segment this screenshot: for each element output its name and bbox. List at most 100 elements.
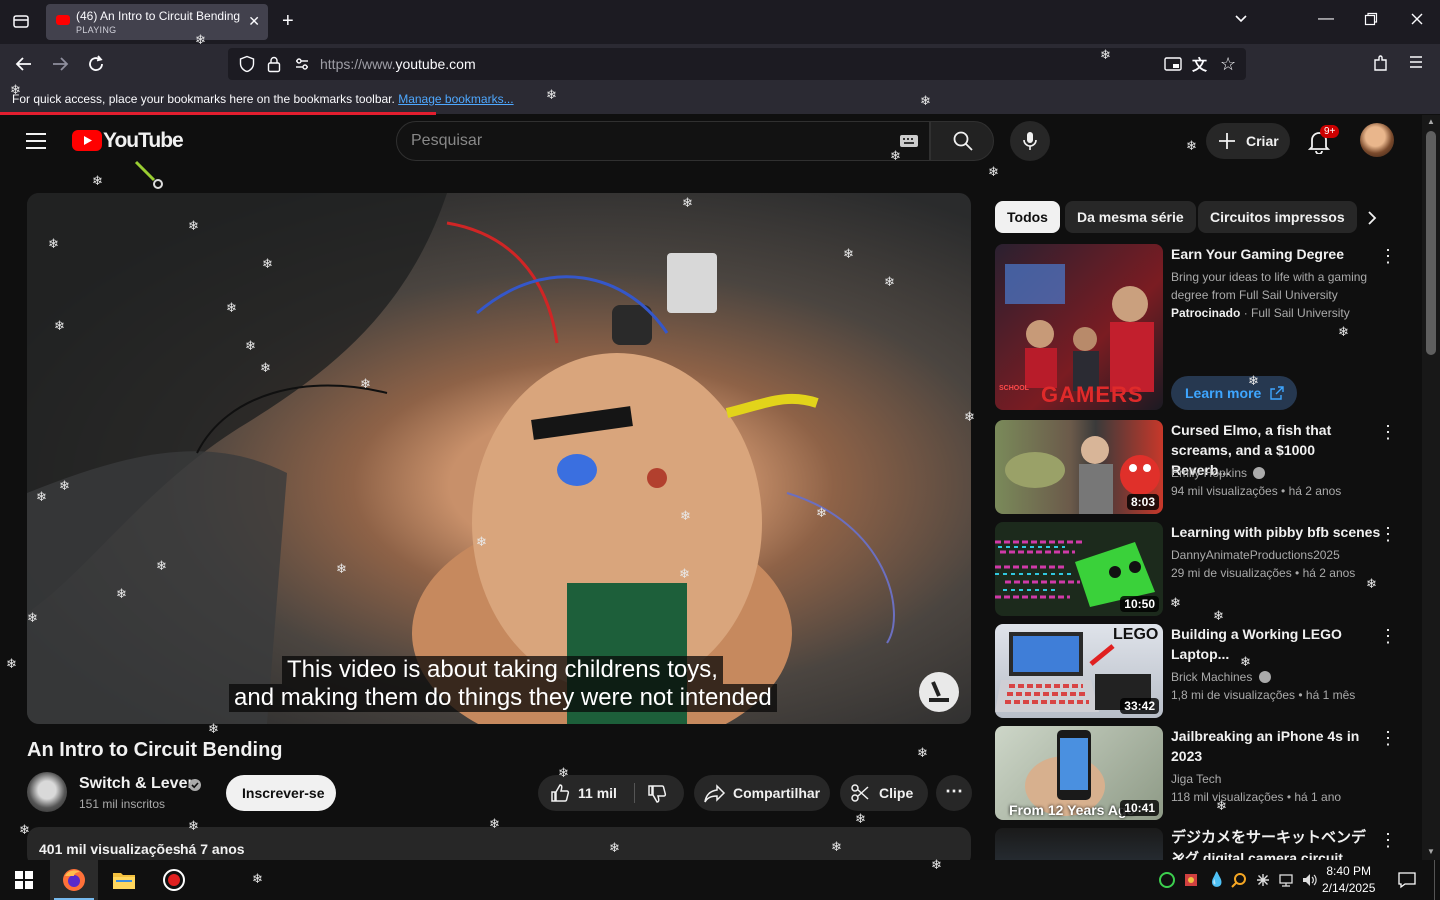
taskbar-file-explorer[interactable] [100,860,148,900]
notification-center-icon[interactable] [1398,871,1416,889]
scrollbar-thumb[interactable] [1426,131,1436,355]
video-more-icon[interactable]: ⋮ [1379,728,1397,749]
url-bar[interactable]: https://www.youtube.com 文 ☆ [228,48,1246,80]
new-tab-icon[interactable]: + [282,10,294,33]
recommendation-item[interactable]: 8:03 Cursed Elmo, a fish that screams, a… [995,420,1405,516]
scroll-down-icon[interactable]: ▼ [1427,847,1435,856]
tray-shield-icon[interactable] [1183,872,1199,888]
keyboard-icon[interactable] [899,134,919,148]
taskbar-clock[interactable]: 8:40 PM 2/14/2025 [1322,863,1375,897]
browser-tab-active[interactable]: (46) An Intro to Circuit Bending PLAYING… [46,4,268,40]
tab-close-icon[interactable]: ✕ [248,13,260,30]
lever-switch-icon [929,681,949,702]
site-permissions-icon[interactable] [294,56,310,72]
reload-icon[interactable] [86,54,106,74]
video-channel: Brick Machines [1171,670,1253,684]
video-more-icon[interactable]: ⋮ [1379,830,1397,851]
search-button[interactable] [930,121,994,161]
create-button[interactable]: Criar [1206,123,1290,159]
video-thumbnail[interactable]: LEGO 33:42 [995,624,1163,718]
tray-app-icon[interactable] [1159,872,1175,888]
iphone-thumb-text: From 12 Years Ago [1009,802,1136,818]
tray-search-icon[interactable] [1231,872,1247,888]
ad-title: Earn Your Gaming Degree [1171,246,1344,262]
dislike-button[interactable] [635,775,684,811]
back-arrow-icon[interactable] [14,54,34,74]
show-desktop-button[interactable] [1434,860,1440,900]
chip-same-series[interactable]: Da mesma série [1065,201,1196,233]
subscriber-count: 151 mil inscritos [79,797,166,811]
ad-gamers-text: GAMERS [1041,382,1144,407]
verified-check-icon [1258,671,1271,683]
minimize-window-icon[interactable]: — [1318,10,1334,28]
translate-icon[interactable]: 文 [1192,54,1207,75]
forward-arrow-icon[interactable] [50,54,70,74]
like-count: 11 mil [578,785,617,801]
channel-watermark[interactable] [919,672,959,712]
taskbar-recorder[interactable] [150,860,198,900]
video-thumbnail[interactable]: 8:03 [995,420,1163,514]
more-actions-button[interactable]: ⋯ [936,775,972,811]
page-scrollbar[interactable]: ▲ ▼ [1422,115,1440,860]
like-dislike-group: 11 mil [538,775,684,811]
search-input[interactable]: Pesquisar [396,121,930,161]
extensions-icon[interactable] [1372,54,1390,72]
video-more-icon[interactable]: ⋮ [1379,626,1397,647]
manage-bookmarks-link[interactable]: Manage bookmarks... [398,92,513,106]
scroll-up-icon[interactable]: ▲ [1427,117,1435,126]
sponsored-ad[interactable]: SCHOOL GAMERS Earn Your Gaming Degree Br… [995,244,1405,414]
close-window-icon[interactable] [1410,12,1424,26]
video-thumbnail[interactable]: From 12 Years Ago 10:41 [995,726,1163,820]
tray-network-icon[interactable] [1279,872,1295,888]
clip-label: Clipe [879,785,914,801]
snowflake-icon: ❄ [855,811,866,826]
clock-time: 8:40 PM [1326,864,1372,878]
subscribe-button[interactable]: Inscrever-se [226,775,336,811]
app-menu-icon[interactable] [1408,54,1424,70]
recommendation-item[interactable]: 10:50 Learning with pibby bfb scenes Dan… [995,522,1405,618]
picture-in-picture-icon[interactable] [1164,56,1182,72]
bookmark-star-icon[interactable]: ☆ [1220,54,1236,75]
video-more-icon[interactable]: ⋮ [1379,422,1397,443]
tray-drop-icon[interactable]: 💧 [1208,871,1225,888]
ad-more-icon[interactable]: ⋮ [1379,246,1397,267]
channel-avatar[interactable] [27,772,67,812]
account-avatar[interactable] [1360,123,1394,157]
guide-menu-icon[interactable] [26,132,46,150]
recommendation-item[interactable]: From 12 Years Ago 10:41 Jailbreaking an … [995,726,1405,822]
like-button[interactable]: 11 mil [538,775,634,811]
video-thumbnail[interactable] [995,828,1163,860]
verified-check-icon [188,778,202,792]
video-more-icon[interactable]: ⋮ [1379,524,1397,545]
tab-overflow-chevron-icon[interactable] [1234,12,1248,26]
share-button[interactable]: Compartilhar [694,775,830,811]
url-text[interactable]: https://www.youtube.com [320,56,476,72]
chip-todos[interactable]: Todos [995,201,1060,233]
learn-more-button[interactable]: Learn more [1171,376,1297,410]
start-button[interactable] [0,860,48,900]
snowflake-icon: ❄ [917,745,928,760]
folder-icon [113,873,135,889]
tray-volume-icon[interactable] [1302,872,1318,888]
tray-bluetooth-icon[interactable] [1255,872,1271,888]
video-player[interactable]: This video is about taking childrens toy… [27,193,971,724]
clip-button[interactable]: Clipe [840,775,928,811]
youtube-logo[interactable] [72,130,102,151]
video-title-line-1: Building a Working LEGO [1171,626,1342,642]
tracking-shield-icon[interactable] [238,55,256,73]
voice-search-button[interactable] [1010,121,1050,161]
share-label: Compartilhar [733,785,821,801]
video-thumbnail[interactable]: 10:50 [995,522,1163,616]
channel-name[interactable]: Switch & Lever [79,775,194,793]
tab-list-icon[interactable] [12,12,30,30]
chips-next-chevron-icon[interactable] [1366,210,1378,226]
restore-window-icon[interactable] [1364,12,1378,26]
thumbs-up-icon [551,784,570,802]
lock-icon[interactable] [266,55,282,73]
taskbar-firefox[interactable] [50,860,98,900]
recommendation-item[interactable]: デジカメをサーキットベンディ ング digital camera circuit… [995,828,1405,860]
ad-thumbnail[interactable]: SCHOOL GAMERS [995,244,1163,410]
chip-printed-circuits[interactable]: Circuitos impressos [1198,201,1357,233]
ad-description-line-2: degree from Full Sail University [1171,288,1338,302]
recommendation-item[interactable]: LEGO 33:42 Building a Working LEGO Lapto… [995,624,1405,720]
